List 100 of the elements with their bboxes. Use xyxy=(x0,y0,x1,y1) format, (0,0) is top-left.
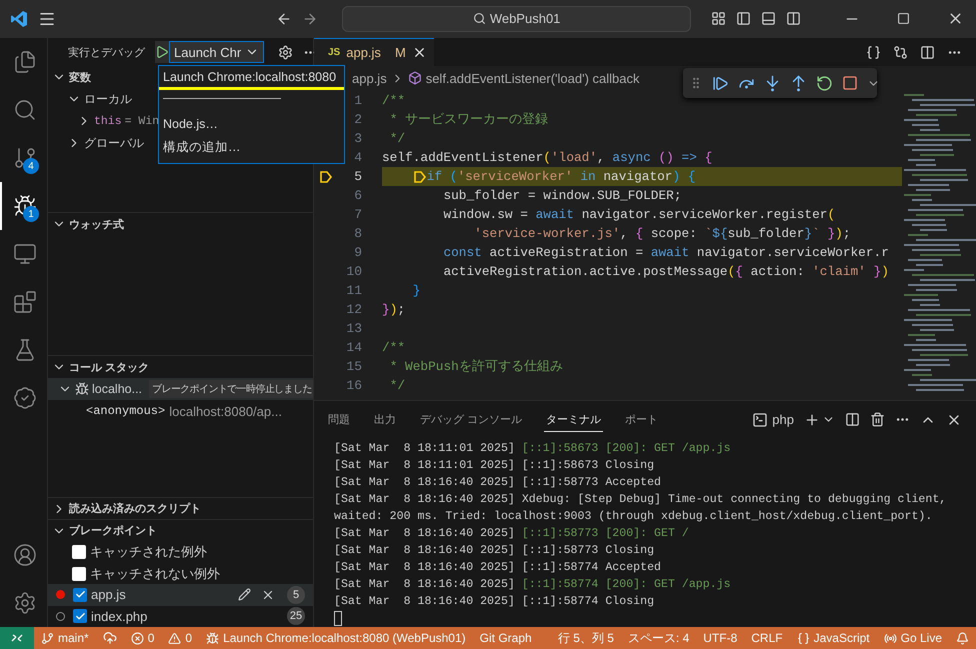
code-token: ${ xyxy=(712,226,728,241)
check-icon xyxy=(74,589,86,600)
section-title: ブレークポイント xyxy=(69,524,157,538)
compare-icon[interactable] xyxy=(893,44,908,60)
status-item[interactable]: Git Graph xyxy=(472,631,539,645)
line-number: 9 xyxy=(353,245,362,260)
breakpoint-label: キャッチされない例外 xyxy=(90,564,220,583)
sidebar-toggle-icon[interactable] xyxy=(736,11,752,26)
menu-item[interactable]: 構成の追加… xyxy=(159,137,344,159)
check-icon xyxy=(74,610,86,622)
code-token: 'service-worker.js' xyxy=(474,226,620,241)
terminal-line: [Sat Mar 8 18:16:40 2025] [::1]:58773 [200]: GET / xyxy=(334,526,690,542)
continue-icon[interactable] xyxy=(712,74,729,92)
count-badge: 1 xyxy=(23,206,39,222)
restart-icon[interactable] xyxy=(816,74,833,92)
code-token: ` xyxy=(812,226,821,241)
terminal-line: waited: 200 ms. Tried: localhost:9003 (through xdebug.client_host/xdebug.client_port). xyxy=(334,509,934,525)
layout-icon[interactable] xyxy=(711,11,726,26)
call-stack-thread[interactable]: localho... ブレークポイントで一時停止しました xyxy=(48,378,313,400)
code-token: if xyxy=(426,169,444,184)
code-token: { xyxy=(635,226,644,241)
panel-tab[interactable]: ターミナル xyxy=(544,408,604,432)
start-debug-button[interactable] xyxy=(155,41,169,63)
split-editor-icon[interactable] xyxy=(920,44,935,60)
code-token: /** xyxy=(382,93,406,108)
columns-icon[interactable] xyxy=(786,11,802,26)
panel-toggle-icon[interactable] xyxy=(761,11,776,26)
status-item[interactable]: CRLF xyxy=(744,631,790,645)
checkbox[interactable] xyxy=(73,588,87,602)
status-text: JavaScript xyxy=(814,631,870,645)
checkbox[interactable] xyxy=(73,609,87,624)
trash-icon[interactable] xyxy=(870,412,885,427)
file-type-label: JS xyxy=(328,47,340,58)
breadcrumb-item[interactable]: self.addEventListener('load') callback xyxy=(426,70,640,86)
panel-tab[interactable]: デバッグ コンソール xyxy=(418,408,524,432)
status-item[interactable]: JavaScript xyxy=(790,631,877,645)
status-item[interactable]: スペース: 4 xyxy=(620,630,696,646)
step-out-icon[interactable] xyxy=(790,74,807,92)
back-icon[interactable] xyxy=(276,10,292,26)
status-item[interactable]: 0 xyxy=(124,631,162,645)
stop-icon[interactable] xyxy=(842,75,858,91)
warning-icon xyxy=(168,632,182,644)
bug-icon xyxy=(75,382,89,396)
step-into-icon[interactable] xyxy=(764,74,781,92)
checkbox[interactable] xyxy=(72,545,86,560)
editor-tab[interactable]: JS app.js M xyxy=(314,38,434,66)
terminal-icon[interactable] xyxy=(752,412,768,428)
code-token: */ xyxy=(390,131,406,146)
line-number: 13 xyxy=(345,321,362,336)
code-token: * WebPushを許可する仕組み xyxy=(390,358,563,375)
breakpoint-row[interactable]: index.php 25 xyxy=(48,606,313,627)
code-token: async xyxy=(612,150,652,165)
breakpoint-row[interactable]: app.js 5 xyxy=(48,584,313,606)
maximize-icon[interactable] xyxy=(897,12,910,25)
line-number: 1 xyxy=(353,93,362,108)
count-badge: 4 xyxy=(23,158,39,174)
command-search-field[interactable]: WebPush01 xyxy=(342,6,692,32)
terminal-profile[interactable]: php xyxy=(772,412,794,427)
checkbox[interactable] xyxy=(72,566,86,581)
code-token: navigator.serviceWorker.register xyxy=(582,207,828,222)
modified-label: M xyxy=(394,45,406,60)
status-item[interactable]: Go Live xyxy=(876,631,949,645)
settings-icon[interactable] xyxy=(12,591,36,615)
braces-icon[interactable] xyxy=(866,44,881,60)
forward-icon[interactable] xyxy=(302,10,318,26)
panel-tab[interactable]: 問題 xyxy=(326,408,352,432)
sidebar-title: 実行とデバッグ xyxy=(68,46,145,60)
panel-tab[interactable]: 出力 xyxy=(372,408,398,432)
remote-button[interactable] xyxy=(0,627,34,649)
edit-icon[interactable] xyxy=(238,588,251,602)
branch-icon xyxy=(12,146,36,170)
panel-tab[interactable]: ポート xyxy=(623,408,660,432)
add-icon[interactable] xyxy=(804,412,820,428)
menu-item[interactable]: Node.js… xyxy=(159,115,344,137)
status-item[interactable]: main* xyxy=(34,631,96,645)
breakpoint-label: キャッチされた例外 xyxy=(90,543,207,562)
line-number: 15 xyxy=(345,359,362,374)
code-token: * サービスワーカーの登録 xyxy=(390,111,548,128)
status-item[interactable]: 行 5、列 5 xyxy=(550,630,621,646)
code-token: ) xyxy=(881,264,889,279)
code-token: => xyxy=(682,150,698,165)
code-token: ; xyxy=(842,226,851,241)
account-icon[interactable] xyxy=(12,543,36,567)
terminal-line: [Sat Mar 8 18:16:40 2025] [::1]:58773 Closing xyxy=(334,543,656,559)
settings-icon[interactable] xyxy=(278,44,293,60)
status-item[interactable]: 0 xyxy=(161,631,200,645)
breakpoint-file: app.js xyxy=(91,587,126,602)
bug-icon xyxy=(206,632,220,644)
cloud-upload-icon xyxy=(102,631,117,645)
code-token: scope: xyxy=(650,226,698,241)
breadcrumb-item[interactable]: app.js xyxy=(352,70,387,86)
code-token: self.addEventListener xyxy=(382,150,544,165)
line-number: 14 xyxy=(345,340,362,355)
menu-item[interactable]: Launch Chrome:localhost:8080 xyxy=(159,68,344,90)
status-item[interactable]: UTF-8 xyxy=(696,631,744,645)
thread-name: localho... xyxy=(92,382,142,396)
split-icon[interactable] xyxy=(845,412,860,427)
config-select[interactable]: Launch Chr xyxy=(169,41,264,63)
section-title: 変数 xyxy=(69,70,91,84)
activity-item[interactable]: 4 xyxy=(0,134,47,182)
